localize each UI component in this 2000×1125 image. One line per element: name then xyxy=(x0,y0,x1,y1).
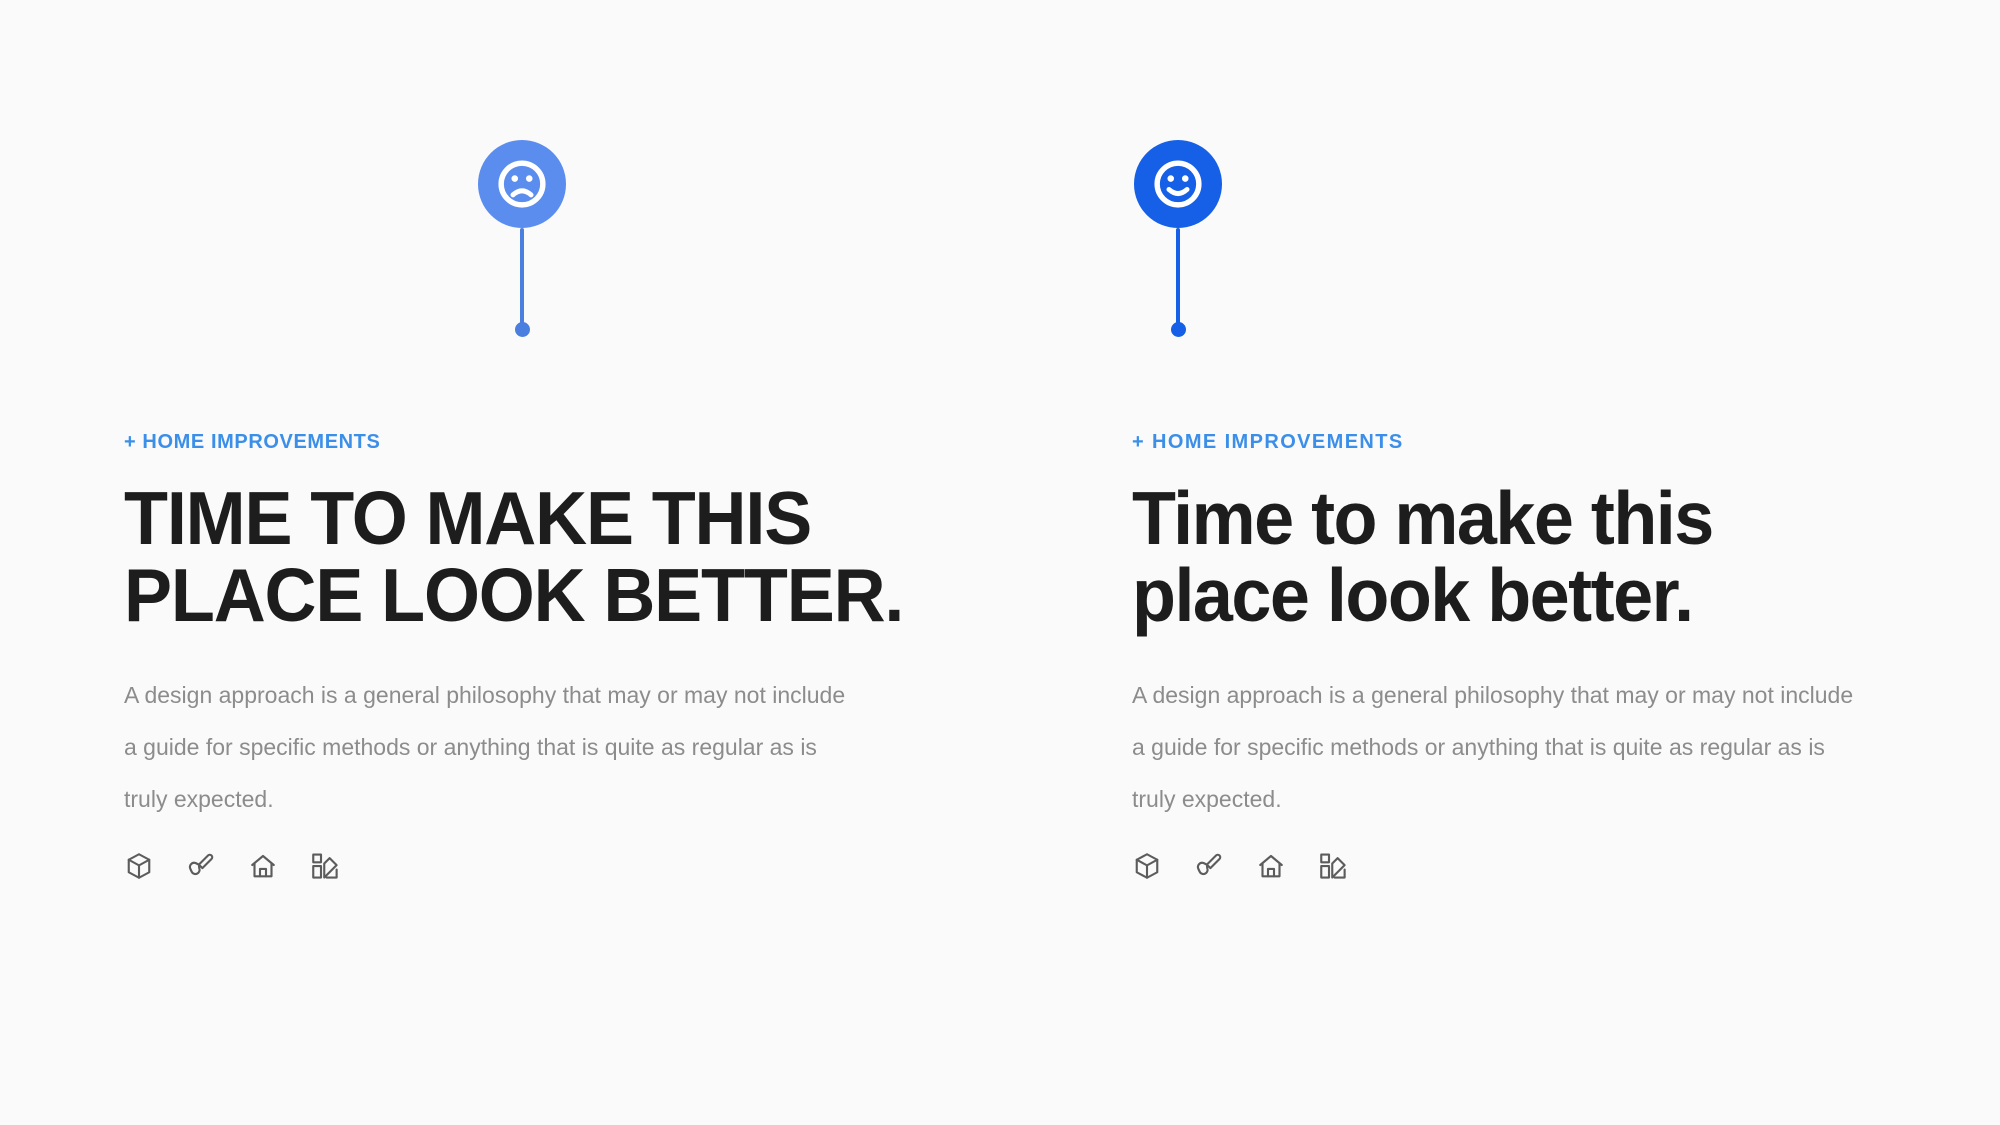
home-icon[interactable] xyxy=(1256,851,1286,881)
cube-icon[interactable] xyxy=(124,851,154,881)
body-paragraph: A design approach is a general philosoph… xyxy=(1132,682,1854,812)
eyebrow-label: + HOME IMPROVEMENTS xyxy=(1132,431,1404,453)
frowning-face-icon xyxy=(493,155,551,213)
marker-pin-left xyxy=(478,140,566,337)
panel-right: + HOME IMPROVEMENTS Time to make this pl… xyxy=(1000,0,2000,1125)
marker-pin-right xyxy=(1134,140,1222,337)
cube-icon[interactable] xyxy=(1132,851,1162,881)
page-title: TIME TO MAKE THIS PLACE LOOK BETTER. xyxy=(124,476,904,637)
frowning-face-badge xyxy=(478,140,566,228)
content-block-left: + HOME IMPROVEMENTS TIME TO MAKE THIS PL… xyxy=(124,430,1004,881)
marker-stem xyxy=(520,228,524,324)
paintbrush-icon[interactable] xyxy=(1194,851,1224,881)
paintbrush-icon[interactable] xyxy=(186,851,216,881)
home-icon[interactable] xyxy=(248,851,278,881)
feature-icon-row xyxy=(1132,851,1892,881)
page-title: Time to make this place look better. xyxy=(1132,476,1714,637)
marker-stem xyxy=(1176,228,1180,324)
content-block-right: + HOME IMPROVEMENTS Time to make this pl… xyxy=(1132,430,1892,881)
smiling-face-badge xyxy=(1134,140,1222,228)
eyebrow-label: + HOME IMPROVEMENTS xyxy=(124,431,381,453)
smiling-face-icon xyxy=(1149,155,1207,213)
panel-left: + HOME IMPROVEMENTS TIME TO MAKE THIS PL… xyxy=(0,0,1000,1125)
feature-icon-row xyxy=(124,851,1004,881)
body-paragraph: A design approach is a general philosoph… xyxy=(124,682,846,812)
marker-dot xyxy=(1170,322,1186,337)
color-swatch-icon[interactable] xyxy=(310,851,340,881)
marker-dot xyxy=(514,322,530,337)
comparison-canvas: + HOME IMPROVEMENTS TIME TO MAKE THIS PL… xyxy=(0,0,2000,1125)
color-swatch-icon[interactable] xyxy=(1318,851,1348,881)
